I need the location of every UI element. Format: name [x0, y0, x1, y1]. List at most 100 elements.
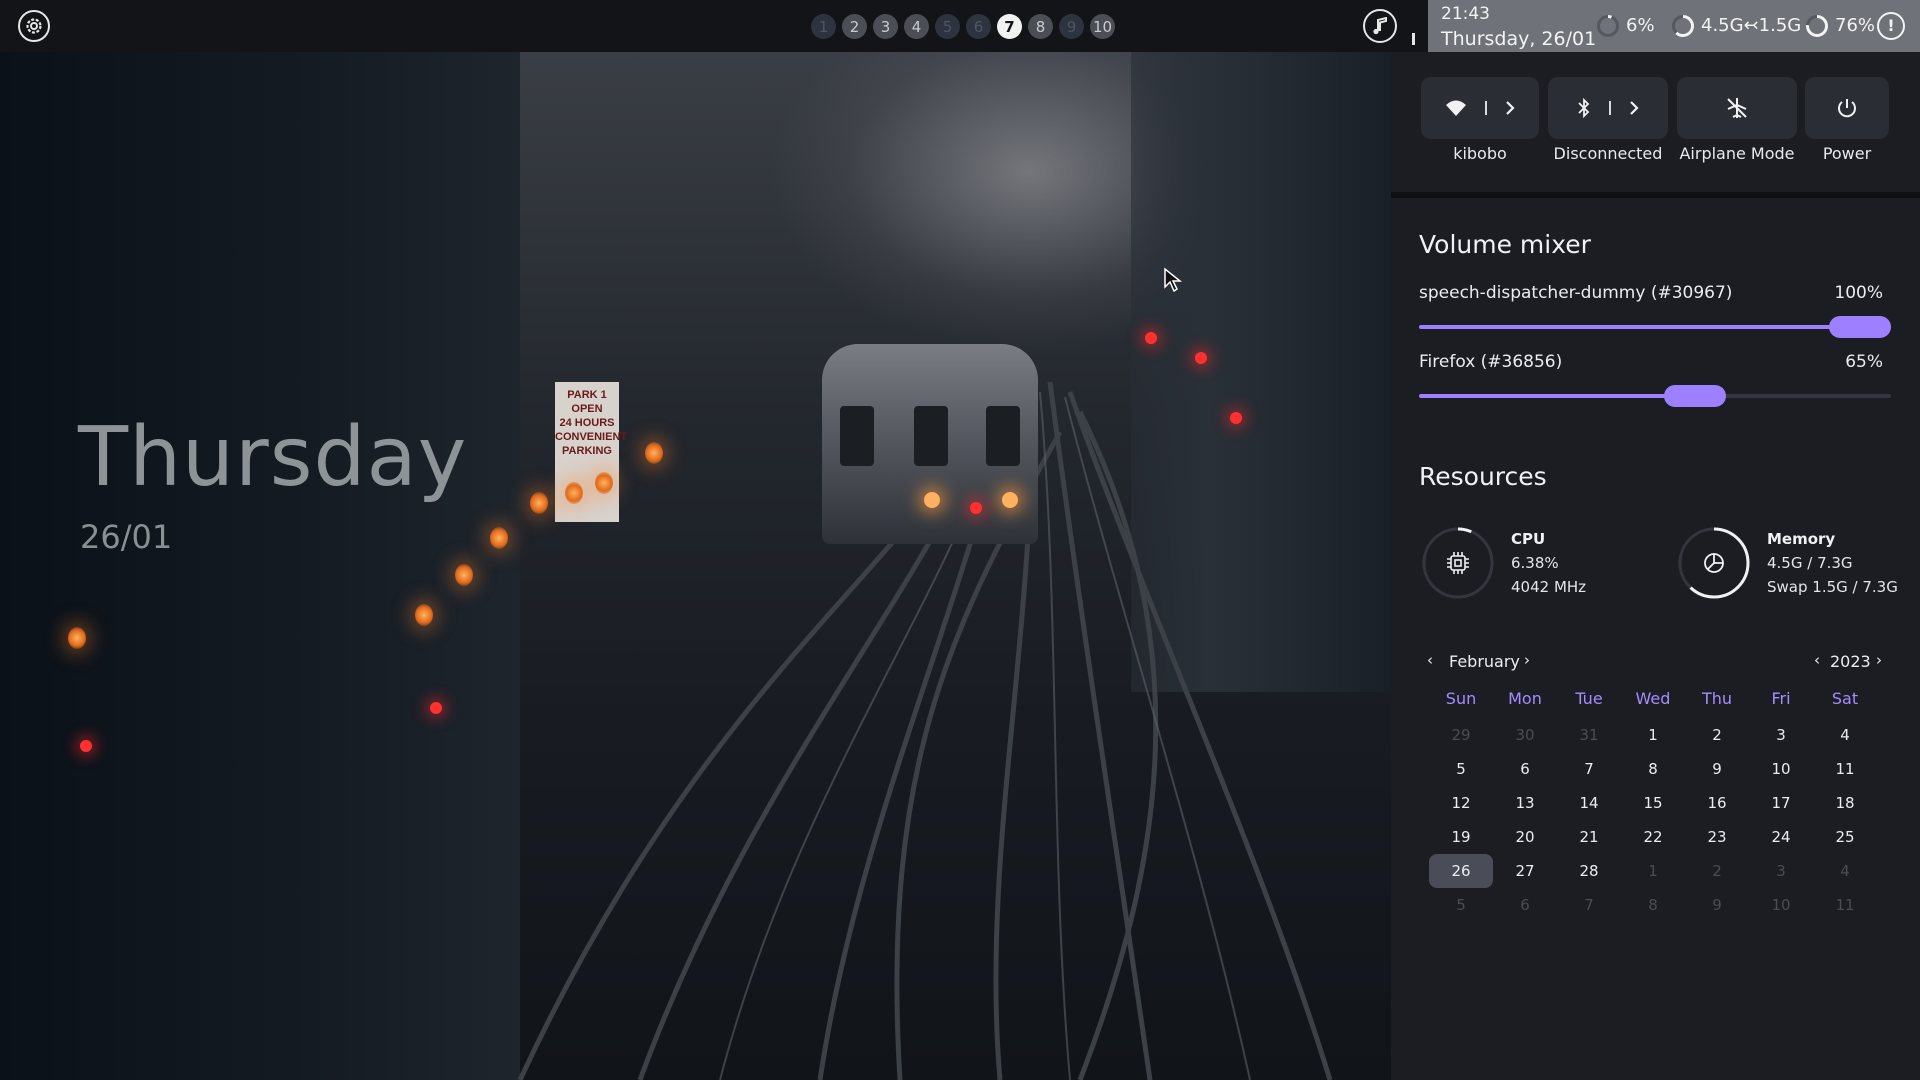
- calendar-day[interactable]: 2: [1685, 854, 1749, 888]
- wifi-label: kibobo: [1453, 144, 1507, 163]
- wifi-toggle[interactable]: [1421, 77, 1539, 139]
- calendar-day[interactable]: 30: [1493, 718, 1557, 752]
- stream-name: Firefox (#36856): [1419, 352, 1563, 372]
- bluetooth-toggle[interactable]: [1548, 77, 1668, 139]
- workspace-button-3[interactable]: 3: [873, 14, 898, 39]
- calendar-day[interactable]: 5: [1429, 888, 1493, 922]
- calendar-day[interactable]: 10: [1749, 888, 1813, 922]
- wallpaper-tracks: [517, 381, 1333, 1080]
- workspace-button-1[interactable]: 1: [811, 14, 836, 39]
- street-lamp: [530, 492, 548, 514]
- mouse-cursor-icon: [1164, 267, 1183, 293]
- calendar-day[interactable]: 7: [1557, 752, 1621, 786]
- stream-volume-percent: 100%: [1834, 283, 1883, 303]
- calendar-day[interactable]: 9: [1685, 752, 1749, 786]
- volume-slider[interactable]: [1419, 385, 1891, 407]
- resources-title: Resources: [1419, 462, 1547, 491]
- calendar-day[interactable]: 22: [1621, 820, 1685, 854]
- calendar-day[interactable]: 6: [1493, 752, 1557, 786]
- traffic-signal: [1230, 412, 1242, 424]
- cpu-title: CPU: [1511, 530, 1546, 548]
- toggle-divider: [1485, 101, 1487, 115]
- power-button[interactable]: [1805, 77, 1889, 139]
- volume-slider-knob[interactable]: [1663, 385, 1726, 407]
- calendar-day[interactable]: 13: [1493, 786, 1557, 820]
- traffic-signal: [430, 702, 442, 714]
- calendar-day[interactable]: 6: [1493, 888, 1557, 922]
- calendar-day[interactable]: 12: [1429, 786, 1493, 820]
- calendar-day[interactable]: 9: [1685, 888, 1749, 922]
- calendar-day[interactable]: 27: [1493, 854, 1557, 888]
- calendar-day[interactable]: 11: [1813, 752, 1877, 786]
- calendar-weekday: Thu: [1701, 689, 1733, 708]
- workspace-button-6[interactable]: 6: [966, 14, 991, 39]
- calendar-day[interactable]: 3: [1749, 718, 1813, 752]
- calendar-day[interactable]: 31: [1557, 718, 1621, 752]
- prev-year-icon[interactable]: ‹: [1814, 651, 1820, 669]
- settings-button[interactable]: [18, 10, 50, 42]
- calendar-weekday: Mon: [1508, 689, 1542, 708]
- status-area[interactable]: 21:43 Thursday, 26/01 6% 4.5G↢1.5G 76% !: [1428, 0, 1920, 52]
- calendar-day[interactable]: 1: [1621, 854, 1685, 888]
- cpu-frequency: 4042 MHz: [1511, 578, 1587, 596]
- airplane-mode-toggle[interactable]: [1677, 77, 1797, 139]
- calendar-day[interactable]: 20: [1493, 820, 1557, 854]
- calendar-day[interactable]: 10: [1749, 752, 1813, 786]
- cpu-ring-icon: [1597, 15, 1619, 37]
- calendar-day[interactable]: 5: [1429, 752, 1493, 786]
- calendar-day[interactable]: 24: [1749, 820, 1813, 854]
- calendar-day[interactable]: 28: [1557, 854, 1621, 888]
- calendar-day[interactable]: 29: [1429, 718, 1493, 752]
- workspace-button-10[interactable]: 10: [1090, 14, 1115, 39]
- workspace-switcher: 1 2 3 4 5 6 7 8 9 10: [811, 14, 1115, 39]
- workspace-button-2[interactable]: 2: [842, 14, 867, 39]
- calendar-weekday: Sun: [1445, 689, 1477, 708]
- next-year-icon[interactable]: ›: [1876, 651, 1882, 669]
- street-lamp: [455, 564, 473, 586]
- calendar-day[interactable]: 8: [1621, 888, 1685, 922]
- calendar-day[interactable]: 4: [1813, 854, 1877, 888]
- calendar-day[interactable]: 19: [1429, 820, 1493, 854]
- calendar-day[interactable]: 3: [1749, 854, 1813, 888]
- calendar-day[interactable]: 23: [1685, 820, 1749, 854]
- prev-month-icon[interactable]: ‹: [1427, 651, 1433, 669]
- calendar-day[interactable]: 15: [1621, 786, 1685, 820]
- next-month-icon[interactable]: ›: [1524, 651, 1530, 669]
- airplane-off-icon: [1727, 98, 1747, 118]
- workspace-button-7[interactable]: 7: [997, 14, 1022, 39]
- memory-gauge: [1678, 527, 1750, 599]
- calendar-day-today[interactable]: 26: [1429, 854, 1493, 888]
- volume-slider[interactable]: [1419, 316, 1891, 338]
- calendar-day[interactable]: 2: [1685, 718, 1749, 752]
- calendar-week-row: 26 27 28 1 2 3 4: [1429, 854, 1877, 888]
- top-bar: 1 2 3 4 5 6 7 8 9 10 21:43 Thursday, 26/01 6% 4.5…: [0, 0, 1920, 52]
- notifications-button[interactable]: !: [1877, 12, 1905, 40]
- street-lamp: [645, 442, 663, 464]
- calendar-day[interactable]: 17: [1749, 786, 1813, 820]
- workspace-button-5[interactable]: 5: [935, 14, 960, 39]
- calendar-weekday-row: Sun Mon Tue Wed Thu Fri Sat: [1429, 684, 1877, 718]
- calendar-day[interactable]: 25: [1813, 820, 1877, 854]
- workspace-button-9[interactable]: 9: [1059, 14, 1084, 39]
- calendar-day[interactable]: 18: [1813, 786, 1877, 820]
- calendar-week-row: 19 20 21 22 23 24 25: [1429, 820, 1877, 854]
- calendar-day[interactable]: 8: [1621, 752, 1685, 786]
- train-window: [986, 406, 1020, 466]
- calendar-day[interactable]: 1: [1621, 718, 1685, 752]
- calendar-day[interactable]: 7: [1557, 888, 1621, 922]
- workspace-button-8[interactable]: 8: [1028, 14, 1053, 39]
- street-lamp: [490, 527, 508, 549]
- volume-slider-knob[interactable]: [1829, 316, 1891, 338]
- workspace-button-4[interactable]: 4: [904, 14, 929, 39]
- music-button[interactable]: [1363, 9, 1397, 43]
- calendar-day[interactable]: 16: [1685, 786, 1749, 820]
- calendar-week-row: 12 13 14 15 16 17 18: [1429, 786, 1877, 820]
- bluetooth-icon: [1578, 98, 1590, 118]
- calendar-day[interactable]: 11: [1813, 888, 1877, 922]
- chevron-right-icon[interactable]: [1505, 100, 1515, 116]
- calendar-day[interactable]: 21: [1557, 820, 1621, 854]
- desktop-wallpaper: PARK 1 OPEN 24 HOURS CONVENIENT PARKING: [0, 52, 1391, 1080]
- chevron-right-icon[interactable]: [1629, 100, 1639, 116]
- calendar-day[interactable]: 14: [1557, 786, 1621, 820]
- calendar-day[interactable]: 4: [1813, 718, 1877, 752]
